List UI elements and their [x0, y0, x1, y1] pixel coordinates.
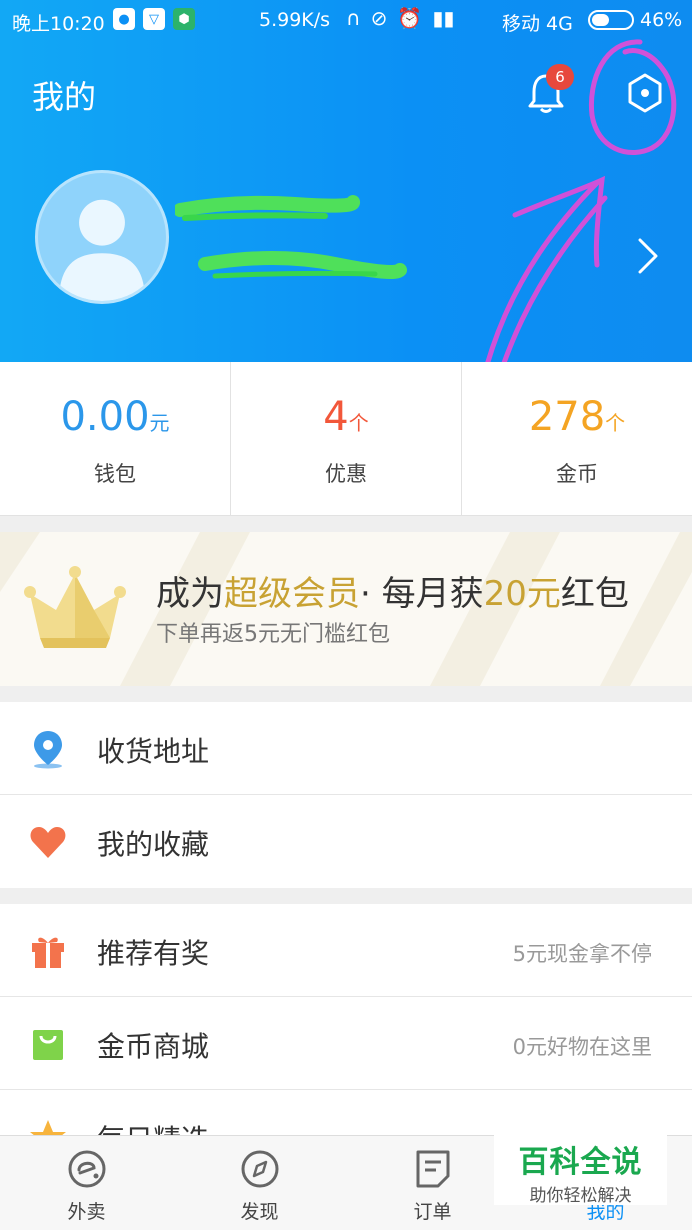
list-item-label: 推荐有奖	[97, 937, 210, 970]
compass-icon	[241, 1150, 278, 1188]
account-list: 收货地址 我的收藏	[0, 702, 692, 888]
wallet-unit: 元	[149, 411, 170, 435]
page-title: 我的	[32, 78, 97, 116]
wallet-label: 钱包	[94, 462, 136, 486]
list-item-hint: 5元现金拿不停	[512, 942, 652, 966]
list-item-coin-mall[interactable]: 金币商城 0元好物在这里	[0, 997, 692, 1090]
avatar[interactable]	[35, 170, 169, 304]
watermark-title: 百科全说	[518, 1145, 643, 1180]
mute-icon: ⊘	[370, 6, 388, 30]
wallet-stat[interactable]: 0.00元 钱包	[0, 362, 231, 515]
status-notification-icons: ● ▽ ⬢	[113, 8, 195, 30]
coupon-label: 优惠	[325, 462, 367, 486]
rewards-list: 推荐有奖 5元现金拿不停 金币商城 0元好物在这里 每日精选	[0, 904, 692, 1135]
carrier-label: 移动 4G	[502, 13, 573, 35]
coins-stat[interactable]: 278个 金币	[462, 362, 692, 515]
settings-gear-icon[interactable]	[624, 72, 666, 114]
battery-icon	[588, 10, 634, 30]
shield-icon: ▽	[143, 8, 165, 30]
chevron-right-icon[interactable]	[636, 236, 660, 276]
coupon-amount: 4个	[231, 394, 461, 446]
coins-label: 金币	[556, 462, 598, 486]
coupon-value: 4	[323, 394, 349, 440]
network-speed: 5.99K/s	[259, 9, 331, 31]
coins-amount: 278个	[462, 394, 692, 446]
list-item-label: 每日精选	[97, 1118, 209, 1135]
list-item-label: 我的收藏	[97, 828, 210, 861]
vip-title-c: 红包	[560, 574, 629, 614]
redacted-username	[175, 195, 407, 279]
list-item-referral[interactable]: 推荐有奖 5元现金拿不停	[0, 904, 692, 997]
alarm-icon: ⏰	[397, 6, 423, 30]
vip-title-b: · 每月获	[360, 574, 484, 614]
battery-fill	[592, 14, 609, 26]
notification-badge: 6	[546, 64, 574, 90]
coupon-unit: 个	[348, 411, 369, 435]
status-bar: 晚上10:20 ● ▽ ⬢ 5.99K/s ∩ ⊘ ⏰ ▮▮ 移动 4G 46%	[0, 0, 692, 40]
vip-title-a: 成为	[156, 574, 224, 614]
tab-label: 发现	[240, 1201, 279, 1223]
status-system-icons: ∩ ⊘ ⏰ ▮▮	[346, 6, 454, 30]
vip-title-highlight-2: 20元	[483, 574, 561, 614]
signal-icon: ▮▮	[432, 6, 455, 30]
battery-percent: 46%	[640, 9, 683, 31]
crown-icon	[24, 566, 126, 648]
site-watermark: 百科全说 助你轻松解决	[494, 1133, 667, 1206]
order-icon	[416, 1150, 449, 1188]
tab-takeout[interactable]: 外卖	[0, 1136, 173, 1230]
default-avatar-icon	[59, 199, 145, 301]
gift-icon	[32, 937, 64, 968]
star-icon	[30, 1120, 66, 1135]
vip-title: 成为超级会员· 每月获20元红包	[156, 566, 629, 615]
qq-icon: ●	[113, 8, 135, 30]
tab-label: 外卖	[67, 1201, 106, 1223]
heart-icon	[30, 827, 66, 858]
location-pin-icon	[34, 731, 62, 769]
security-icon: ⬢	[173, 8, 195, 30]
list-item-label: 金币商城	[97, 1030, 210, 1063]
vip-subtitle: 下单再返5元无门槛红包	[156, 622, 390, 647]
list-item-address[interactable]: 收货地址	[0, 702, 692, 795]
watermark-subtitle: 助你轻松解决	[529, 1186, 632, 1206]
status-time: 晚上10:20	[12, 13, 105, 35]
wallet-value: 0.00	[60, 394, 150, 440]
stats-panel: 0.00元 钱包 4个 优惠 278个 金币	[0, 362, 692, 516]
coupon-stat[interactable]: 4个 优惠	[231, 362, 462, 515]
profile-header: 晚上10:20 ● ▽ ⬢ 5.99K/s ∩ ⊘ ⏰ ▮▮ 移动 4G 46%…	[0, 0, 692, 362]
shopping-bag-icon	[33, 1030, 63, 1060]
list-item-favorites[interactable]: 我的收藏	[0, 795, 692, 888]
list-item-hint: 0元好物在这里	[512, 1035, 652, 1059]
headphones-icon: ∩	[346, 6, 361, 30]
takeout-icon	[68, 1150, 105, 1188]
vip-title-highlight-1: 超级会员	[224, 574, 360, 614]
list-item-daily-picks[interactable]: 每日精选	[0, 1090, 692, 1135]
coins-unit: 个	[605, 411, 626, 435]
coins-value: 278	[528, 394, 606, 440]
tab-discover[interactable]: 发现	[173, 1136, 346, 1230]
list-item-label: 收货地址	[97, 735, 210, 768]
wallet-amount: 0.00元	[0, 394, 230, 446]
